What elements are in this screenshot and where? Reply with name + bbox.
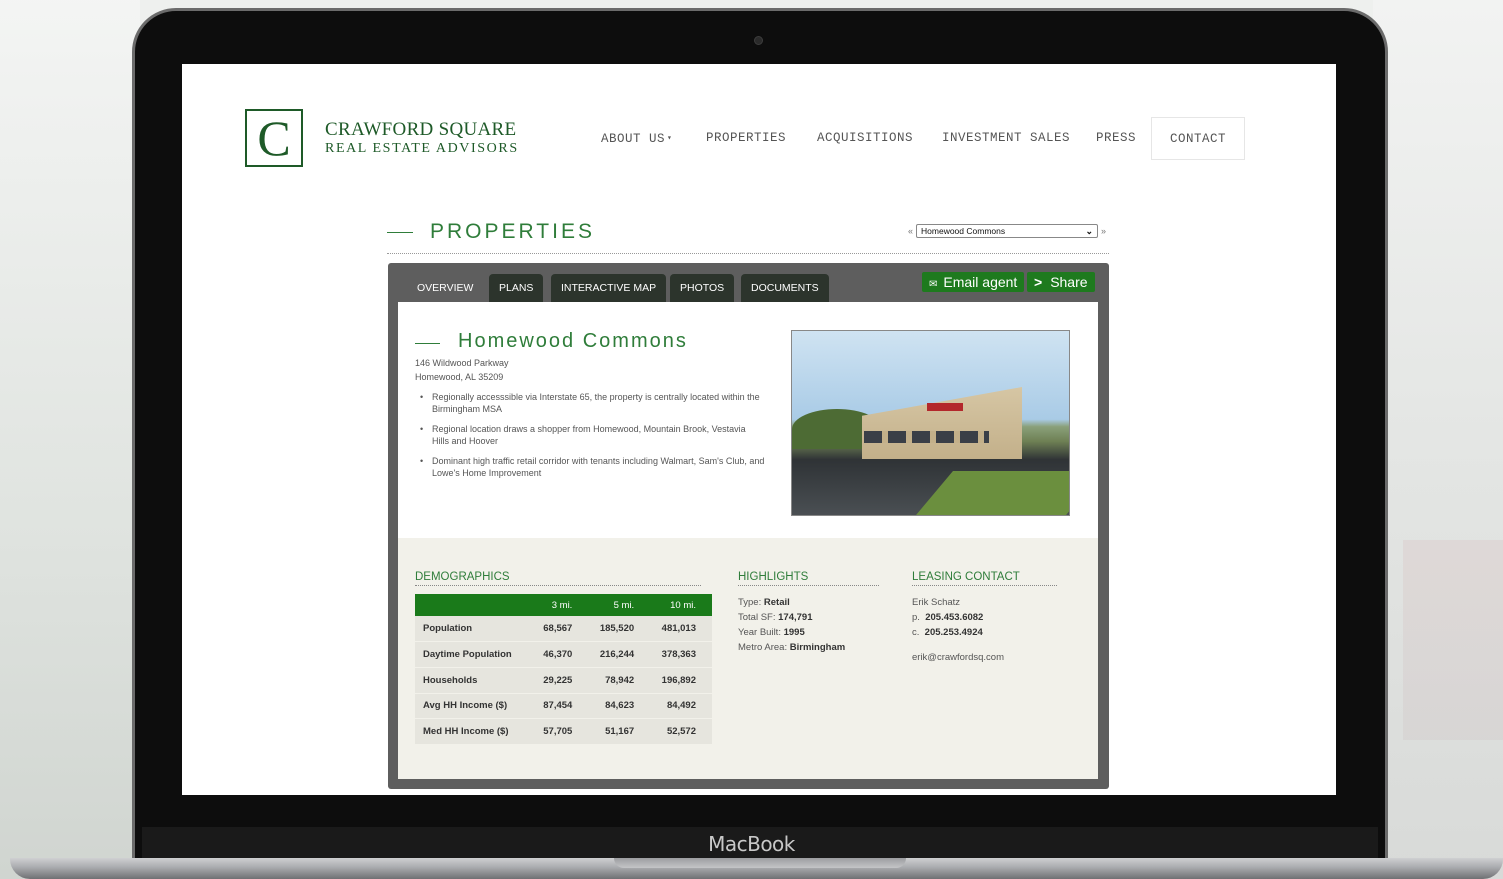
device-label: MacBook [708,832,795,856]
address-line2: Homewood, AL 35209 [415,372,504,382]
property-name: Homewood Commons [458,330,688,352]
details-pane: DEMOGRAPHICS 3 mi. 5 mi. 10 mi. Populati… [398,538,1098,779]
tab-overview[interactable]: OVERVIEW [407,274,483,302]
laptop-base-notch [614,858,906,868]
overview-pane: Homewood Commons 146 Wildwood Parkway Ho… [398,302,1098,538]
chevron-down-icon: ⌄ [1085,225,1094,236]
highlight-metro-area: Metro Area: Birmingham [738,642,846,653]
address-line1: 146 Wildwood Parkway [415,358,509,368]
highlights-list: Type: Retail Total SF: 174,791 Year Buil… [738,595,845,655]
logo-name[interactable]: CRAWFORD SQUARE [325,119,516,141]
tab-photos[interactable]: PHOTOS [670,274,735,302]
feature-list: Regionally accesssible via Interstate 65… [415,392,765,488]
background-left [0,0,140,879]
table-header-row: 3 mi. 5 mi. 10 mi. [415,594,712,616]
contact-email-link[interactable]: erik@crawfordsq.com [912,650,1004,665]
tab-interactive-map[interactable]: INTERACTIVE MAP [551,274,667,302]
next-property-link[interactable]: » [1101,226,1106,236]
nav-acquisitions[interactable]: ACQUISITIONS [817,117,913,160]
nav-press[interactable]: PRESS [1096,117,1136,160]
envelope-icon: ✉ [929,279,938,290]
arrow-right-icon: > [1034,274,1043,290]
highlight-year-built: Year Built: 1995 [738,627,805,638]
leasing-contact-title: LEASING CONTACT [912,571,1057,586]
list-item: Regional location draws a shopper from H… [415,424,765,447]
table-row: Med HH Income ($) 57,705 51,167 52,572 [415,718,712,745]
list-item: Dominant high traffic retail corridor wi… [415,456,765,479]
background-right [1373,0,1503,879]
contact-name: Erik Schatz [912,597,961,608]
property-photo[interactable] [791,330,1070,516]
camera-icon [754,36,763,45]
table-row: Population 68,567 185,520 481,013 [415,616,712,643]
demographics-table: 3 mi. 5 mi. 10 mi. Population 68,567 185… [415,594,712,745]
demographics-title: DEMOGRAPHICS [415,571,701,586]
screen: C CRAWFORD SQUARE REAL ESTATE ADVISORS A… [182,64,1336,795]
property-switcher: « Homewood Commons ⌄ » [908,224,1106,238]
heading-dash [387,232,413,233]
contact-phone[interactable]: p. 205.453.6082 [912,610,1004,625]
title-dash [415,343,440,344]
page-title: PROPERTIES [430,220,595,243]
email-agent-button[interactable]: ✉ Email agent [922,272,1025,292]
tab-documents[interactable]: DOCUMENTS [741,274,829,302]
logo-mark[interactable]: C [245,109,303,167]
list-item: Regionally accesssible via Interstate 65… [415,392,765,415]
nav-contact[interactable]: CONTACT [1151,117,1246,160]
leasing-contact: Erik Schatz p. 205.453.6082 c. 205.253.4… [912,595,1004,665]
tab-plans[interactable]: PLANS [489,274,544,302]
nav-about-us[interactable]: ABOUT US ▾ [601,117,672,160]
property-panel: OVERVIEW PLANS INTERACTIVE MAP PHOTOS DO… [388,263,1109,789]
table-row: Households 29,225 78,942 196,892 [415,667,712,694]
property-select[interactable]: Homewood Commons ⌄ [916,224,1099,238]
table-row: Avg HH Income ($) 87,454 84,623 84,492 [415,693,712,720]
logo-tagline[interactable]: REAL ESTATE ADVISORS [325,141,519,157]
highlight-type: Type: Retail [738,597,790,608]
nav-investment-sales[interactable]: INVESTMENT SALES [942,117,1070,160]
share-button[interactable]: > Share [1027,272,1095,292]
highlights-title: HIGHLIGHTS [738,571,879,586]
prev-property-link[interactable]: « [908,226,913,236]
table-row: Daytime Population 46,370 216,244 378,36… [415,641,712,668]
nav-properties[interactable]: PROPERTIES [706,117,786,160]
contact-cell[interactable]: c. 205.253.4924 [912,625,1004,640]
caret-down-icon: ▾ [667,134,673,143]
highlight-total-sf: Total SF: 174,791 [738,612,813,623]
